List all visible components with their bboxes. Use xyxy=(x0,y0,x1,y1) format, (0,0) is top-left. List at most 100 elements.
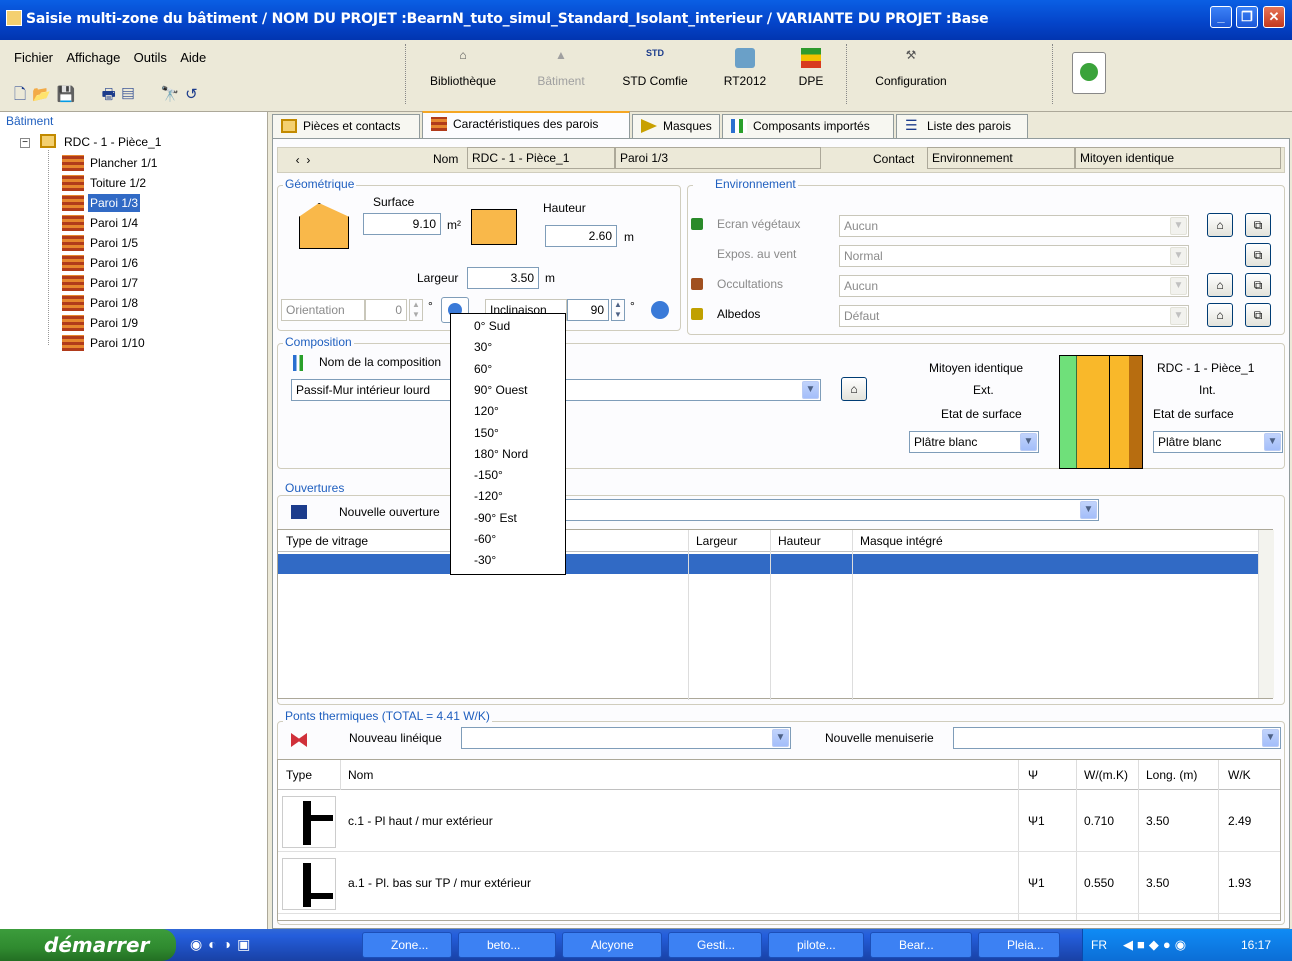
orientation-option[interactable]: -30° xyxy=(474,550,496,571)
taskbar-button[interactable]: Pleia... xyxy=(978,932,1060,958)
tab-masques[interactable]: Masques xyxy=(632,114,720,138)
orientation-option[interactable]: 90° Ouest xyxy=(474,380,528,401)
collapse-toggle[interactable]: − xyxy=(20,138,30,148)
col-divider xyxy=(688,530,689,700)
surface-unit: m² xyxy=(447,218,461,232)
recycle-bin-icon[interactable] xyxy=(1072,52,1106,94)
tree-item[interactable]: Paroi 1/7 xyxy=(88,274,140,292)
env-library-button[interactable]: ⌂ xyxy=(1207,273,1233,297)
ponts-header xyxy=(278,760,1280,790)
orientation-option[interactable]: -60° xyxy=(474,529,496,550)
batiment-button: ▲ Bâtiment xyxy=(537,48,585,88)
tree-item[interactable]: Toiture 1/2 xyxy=(88,174,148,192)
new-icon[interactable]: 🗋 xyxy=(14,86,32,103)
orientation-spinner[interactable]: ▲ ▼ xyxy=(409,299,423,321)
env-copy-button[interactable]: ⧉ xyxy=(1245,303,1271,327)
hauteur-field[interactable]: 2.60 xyxy=(545,225,617,247)
tree-item[interactable]: Paroi 1/8 xyxy=(88,294,140,312)
list-icon[interactable]: ▤ xyxy=(122,86,141,103)
orientation-option[interactable]: 30° xyxy=(474,337,492,358)
find-icon[interactable]: 🔭 xyxy=(160,86,185,103)
orientation-option[interactable]: 150° xyxy=(474,423,499,444)
menu-bar: Fichier Affichage Outils Aide xyxy=(14,50,216,65)
tree-line xyxy=(48,150,49,345)
orientation-option[interactable]: 0° Sud xyxy=(474,316,510,337)
etat-surface-left-select[interactable]: Plâtre blanc ▼ xyxy=(909,431,1039,453)
tab-caracteristiques[interactable]: Caractéristiques des parois xyxy=(422,111,630,139)
taskbar-button[interactable]: pilote... xyxy=(768,932,864,958)
orientation-field[interactable]: 0 xyxy=(365,299,407,321)
orientation-option[interactable]: 60° xyxy=(474,359,492,380)
env-library-button[interactable]: ⌂ xyxy=(1207,303,1233,327)
env-copy-button[interactable]: ⧉ xyxy=(1245,243,1271,267)
tab-liste-parois[interactable]: ☰ Liste des parois xyxy=(896,114,1028,138)
std-comfie-button[interactable]: STD STD Comfie xyxy=(616,44,694,106)
nouvelle-ouverture-select[interactable]: ▼ xyxy=(563,499,1099,521)
height-shape-icon xyxy=(471,209,517,245)
col-largeur: Largeur xyxy=(696,534,738,548)
orientation-option[interactable]: -120° xyxy=(474,486,503,507)
nouvelle-menuiserie-select[interactable]: ▼ xyxy=(953,727,1281,749)
tab-composants-importes[interactable]: Composants importés xyxy=(722,114,894,138)
env-select[interactable]: Aucun ▼ xyxy=(839,275,1189,297)
table-row[interactable] xyxy=(278,554,1258,574)
orientation-option[interactable]: 120° xyxy=(474,401,499,422)
tree-item[interactable]: Paroi 1/5 xyxy=(88,234,140,252)
tree-item[interactable]: Paroi 1/10 xyxy=(88,334,147,352)
env-library-button[interactable]: ⌂ xyxy=(1207,213,1233,237)
env-copy-button[interactable]: ⧉ xyxy=(1245,273,1271,297)
menu-fichier[interactable]: Fichier xyxy=(14,50,53,65)
tree-item[interactable]: Plancher 1/1 xyxy=(88,154,159,172)
inclinaison-field[interactable]: 90 xyxy=(567,299,609,321)
configuration-button[interactable]: ⚒ Configuration xyxy=(862,44,960,106)
inclinaison-spinner[interactable]: ▲ ▼ xyxy=(611,299,625,321)
taskbar-button[interactable]: Bear... xyxy=(870,932,972,958)
env-select[interactable]: Normal ▼ xyxy=(839,245,1189,267)
tree-item[interactable]: Paroi 1/9 xyxy=(88,314,140,332)
prev-next-arrows[interactable]: ‹ › xyxy=(279,149,327,173)
refresh-icon[interactable]: ↺ xyxy=(185,86,204,103)
env-copy-button[interactable]: ⧉ xyxy=(1245,213,1271,237)
etat-surface-right-select[interactable]: Plâtre blanc ▼ xyxy=(1153,431,1283,453)
composition-library-button[interactable]: ⌂ xyxy=(841,377,867,401)
surface-field[interactable]: 9.10 xyxy=(363,213,441,235)
orientation-option[interactable]: -90° Est xyxy=(474,508,517,529)
nouveau-lineique-select[interactable]: ▼ xyxy=(461,727,791,749)
open-icon[interactable]: 📂 xyxy=(32,86,57,103)
col-divider xyxy=(340,760,341,790)
largeur-field[interactable]: 3.50 xyxy=(467,267,539,289)
minimize-button[interactable]: _ xyxy=(1210,6,1232,28)
tree-root[interactable]: RDC - 1 - Pièce_1 xyxy=(64,135,161,149)
orientation-option[interactable]: 180° Nord xyxy=(474,444,528,465)
vertical-scrollbar[interactable] xyxy=(1258,530,1274,698)
separator xyxy=(1052,44,1053,104)
env-select[interactable]: Défaut ▼ xyxy=(839,305,1189,327)
quicklaunch-icons[interactable]: ◉◐◑▣ xyxy=(190,936,256,953)
taskbar-button[interactable]: beto... xyxy=(458,932,556,958)
tree-item[interactable]: Paroi 1/3 xyxy=(88,194,141,212)
dpe-button[interactable]: DPE xyxy=(772,44,850,106)
print-icon[interactable]: 🖶 xyxy=(102,86,122,103)
env-select[interactable]: Aucun ▼ xyxy=(839,215,1189,237)
start-button[interactable]: démarrer xyxy=(0,929,176,961)
layers-icon xyxy=(731,119,747,133)
bibliotheque-button[interactable]: ⌂ Bibliothèque xyxy=(424,44,502,106)
inclinaison-help-icon[interactable] xyxy=(651,301,669,319)
menu-affichage[interactable]: Affichage xyxy=(66,50,120,65)
taskbar-button[interactable]: Zone... xyxy=(362,932,452,958)
maximize-button[interactable]: ❐ xyxy=(1236,6,1258,28)
clock: 16:17 xyxy=(1241,938,1272,952)
close-button[interactable]: ✕ xyxy=(1263,6,1285,28)
taskbar-button[interactable]: Gesti... xyxy=(668,932,762,958)
orientation-option[interactable]: -150° xyxy=(474,465,503,486)
tree-item[interactable]: Paroi 1/6 xyxy=(88,254,140,272)
save-icon[interactable]: 💾 xyxy=(57,86,82,103)
language-indicator[interactable]: FR xyxy=(1091,938,1107,952)
menu-aide[interactable]: Aide xyxy=(180,50,206,65)
taskbar-button[interactable]: Alcyone xyxy=(562,932,662,958)
menu-outils[interactable]: Outils xyxy=(134,50,167,65)
largeur-label: Largeur xyxy=(417,271,459,285)
tab-pieces-contacts[interactable]: Pièces et contacts xyxy=(272,114,420,138)
tree-item[interactable]: Paroi 1/4 xyxy=(88,214,140,232)
tray-icons[interactable]: ◀■◆●◉ xyxy=(1123,937,1190,953)
